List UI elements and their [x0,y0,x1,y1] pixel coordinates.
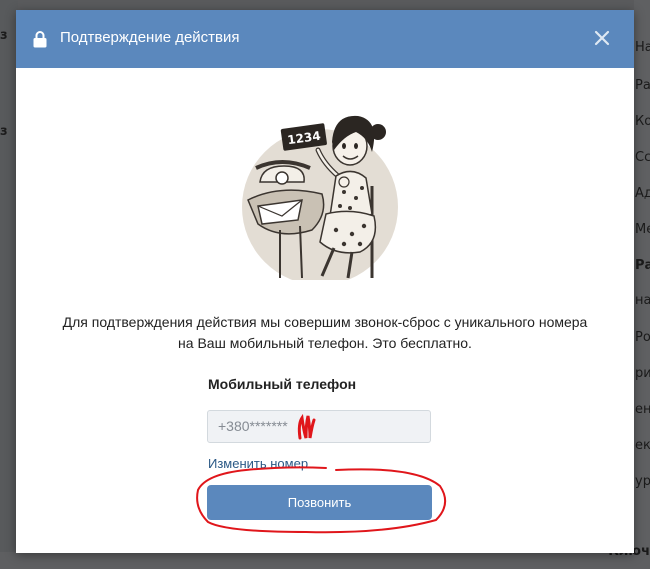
background-right-item: Кон [635,114,650,129]
change-number-link[interactable]: Изменить номер [208,456,308,471]
dialog-title: Подтверждение действия [60,29,240,46]
dialog-message: Для подтверждения действия мы совершим з… [16,312,634,354]
background-right-item: Ад [635,186,650,201]
dialog-header: Подтверждение действия [16,10,634,68]
background-right-item: нас [635,293,650,308]
background-right-item: ур [635,474,650,489]
background-bottom-strip: Ключ [0,544,650,569]
background-right-item: Ро [635,330,650,345]
background-right-item: Ра [635,258,650,273]
call-button[interactable]: Позвонить [207,485,432,520]
background-right-item: Ме [635,222,650,237]
background-right-item: Ра [635,78,650,93]
phone-call-illustration: 1234 [242,115,398,280]
background-right-item: ен [635,402,650,417]
phone-input[interactable]: +380******* [207,410,431,443]
lock-icon [33,31,47,48]
background-right-item: екс [635,438,650,453]
confirm-action-dialog: Подтверждение действия 1234 Для подтверж… [16,10,634,553]
background-right-strip: Нас Ра Кон Сс Ад Ме Ра нас Ро ри ен екс … [634,0,650,569]
background-left-char: з [0,28,8,43]
background-right-item: Сс [635,150,650,165]
close-icon[interactable] [594,30,610,46]
message-line: Для подтверждения действия мы совершим з… [62,314,588,330]
background-right-item: ри [635,366,650,381]
red-scribble-annotation [297,413,316,440]
phone-label: Мобильный телефон [208,376,357,392]
message-line: на Ваш мобильный телефон. Это бесплатно. [178,335,472,351]
background-right-item: Нас [635,40,650,55]
background-left-char: з [0,124,8,139]
